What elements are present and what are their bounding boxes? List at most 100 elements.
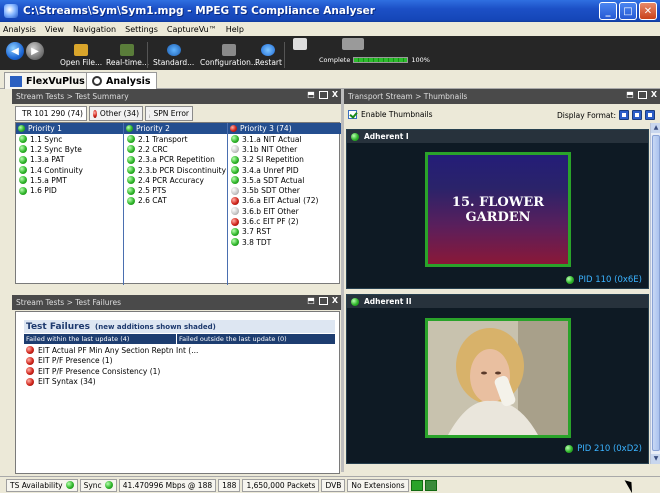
- scroll-down-icon[interactable]: ▼: [651, 454, 660, 464]
- test-item[interactable]: 1.3.a PAT: [16, 155, 123, 165]
- fail-status-icon: [231, 217, 239, 226]
- minimize-button[interactable]: _: [599, 2, 617, 20]
- menu-navigation[interactable]: Navigation: [72, 25, 117, 34]
- test-item[interactable]: 1.1 Sync: [16, 134, 123, 144]
- test-item-label: 2.4 PCR Accuracy: [138, 175, 204, 185]
- test-item[interactable]: 3.4.a Unref PID: [228, 165, 341, 175]
- test-item[interactable]: 1.6 PID: [16, 185, 123, 195]
- restart-button[interactable]: Restart: [255, 44, 282, 67]
- failed-within-header: Failed within the last update (4): [24, 334, 176, 344]
- format-large-button[interactable]: [645, 110, 655, 120]
- format-medium-button[interactable]: [632, 110, 642, 120]
- capture-button[interactable]: [293, 38, 307, 52]
- priority-header[interactable]: Priority 3 (74): [228, 123, 341, 134]
- pass-status-icon: [104, 481, 113, 489]
- restart-icon: [261, 44, 276, 56]
- test-item[interactable]: 3.5.a SDT Actual: [228, 175, 341, 185]
- fail-status-icon: [26, 356, 34, 365]
- tab-other[interactable]: Other (34): [89, 106, 143, 121]
- panel-restore-icon[interactable]: ⬒: [626, 90, 634, 99]
- standard-button[interactable]: Standard...: [153, 44, 194, 67]
- panel-maximize-icon[interactable]: [318, 296, 328, 305]
- close-button[interactable]: ✕: [639, 2, 657, 20]
- failure-item[interactable]: EIT P/F Presence Consistency (1): [26, 366, 198, 377]
- test-item[interactable]: 2.5 PTS: [124, 185, 227, 195]
- menu-capturevu[interactable]: CaptureVu™: [166, 25, 218, 34]
- standard-label: Standard...: [153, 58, 195, 67]
- inactive-status-icon: [231, 186, 239, 195]
- scroll-thumb[interactable]: [652, 135, 660, 451]
- menu-help[interactable]: Help: [225, 25, 245, 34]
- thumbnail-header: Adherent II: [347, 295, 648, 308]
- open-file-button[interactable]: Open File...: [60, 44, 102, 67]
- video-thumbnail[interactable]: 15. FLOWER GARDEN: [425, 152, 571, 267]
- panel-controls: ⬒ X: [626, 90, 657, 99]
- panel-maximize-icon[interactable]: [318, 90, 328, 99]
- test-item-label: 3.1.a NIT Actual: [242, 134, 302, 144]
- status-bar: TS Availability Sync 41.470996 Mbps @ 18…: [0, 476, 660, 493]
- panel-restore-icon[interactable]: ⬒: [307, 296, 315, 305]
- test-item[interactable]: 3.2 SI Repetition: [228, 155, 341, 165]
- forward-icon[interactable]: ▶: [26, 42, 44, 60]
- failure-item[interactable]: EIT Syntax (34): [26, 377, 198, 388]
- test-item[interactable]: 1.2 Sync Byte: [16, 144, 123, 154]
- video-thumbnail[interactable]: [425, 318, 571, 438]
- ts-availability-indicator: TS Availability: [6, 478, 78, 492]
- test-item[interactable]: 3.5b SDT Other: [228, 185, 341, 195]
- tab-analysis[interactable]: Analysis: [86, 72, 157, 89]
- signal-icon[interactable]: [424, 479, 437, 491]
- priority-header[interactable]: Priority 1: [16, 123, 123, 134]
- test-item[interactable]: 3.6.c EIT PF (2): [228, 216, 341, 226]
- priority-header-label: Priority 3 (74): [240, 124, 292, 133]
- test-item[interactable]: 2.4 PCR Accuracy: [124, 175, 227, 185]
- panel-maximize-icon[interactable]: [637, 90, 647, 99]
- priority-header-label: Priority 2: [136, 124, 170, 133]
- pass-status-icon: [65, 481, 74, 489]
- test-item[interactable]: 2.2 CRC: [124, 144, 227, 154]
- window-controls: _ □ ✕: [599, 2, 657, 20]
- configuration-button[interactable]: Configuration...: [200, 44, 258, 67]
- back-icon[interactable]: ◀: [6, 42, 24, 60]
- test-item[interactable]: 3.6.a EIT Actual (72): [228, 196, 341, 206]
- pass-status-icon: [126, 125, 133, 132]
- failure-item[interactable]: EIT Actual PF Min Any Section Reptn Int …: [26, 345, 198, 356]
- thumbnails-scrollbar[interactable]: ▲ ▼: [650, 123, 660, 464]
- menu-analysis[interactable]: Analysis: [2, 25, 37, 34]
- test-item[interactable]: 3.6.b EIT Other: [228, 206, 341, 216]
- progress-bar: [353, 57, 409, 63]
- test-item-label: 2.1 Transport: [138, 134, 188, 144]
- realtime-button[interactable]: Real-time...: [106, 44, 149, 67]
- scroll-up-icon[interactable]: ▲: [651, 123, 660, 133]
- test-item[interactable]: 2.1 Transport: [124, 134, 227, 144]
- test-item-label: 3.5b SDT Other: [242, 186, 300, 196]
- test-item[interactable]: 2.3.a PCR Repetition: [124, 155, 227, 165]
- format-small-button[interactable]: [619, 110, 629, 120]
- panel-close-icon[interactable]: X: [332, 90, 338, 99]
- panel-close-icon[interactable]: X: [332, 296, 338, 305]
- fail-status-icon: [230, 125, 237, 132]
- failure-item[interactable]: EIT P/F Presence (1): [26, 356, 198, 367]
- panel-close-icon[interactable]: X: [651, 90, 657, 99]
- priority-header[interactable]: Priority 2: [124, 123, 227, 134]
- test-item[interactable]: 3.7 RST: [228, 227, 341, 237]
- panel-restore-icon[interactable]: ⬒: [307, 90, 315, 99]
- test-item[interactable]: 3.8 TDT: [228, 237, 341, 247]
- test-item[interactable]: 3.1b NIT Other: [228, 144, 341, 154]
- playback-button[interactable]: [342, 38, 364, 52]
- tab-tr101290[interactable]: TR 101 290 (74): [15, 106, 87, 121]
- tab-spn-error[interactable]: SPN Error: [145, 106, 193, 121]
- maximize-button[interactable]: □: [619, 2, 637, 20]
- menu-view[interactable]: View: [44, 25, 65, 34]
- enable-thumbnails-checkbox[interactable]: Enable Thumbnails: [348, 110, 433, 119]
- test-item-label: 3.5.a SDT Actual: [242, 175, 305, 185]
- test-item[interactable]: 1.4 Continuity: [16, 165, 123, 175]
- failures-note: (new additions shown shaded): [95, 322, 216, 331]
- test-item[interactable]: 2.6 CAT: [124, 196, 227, 206]
- grid-view-icon[interactable]: [410, 479, 423, 491]
- test-item[interactable]: 1.5.a PMT: [16, 175, 123, 185]
- thumbnails-title: Transport Stream > Thumbnails: [348, 92, 468, 101]
- test-failures-area: Test Failures (new additions shown shade…: [15, 311, 340, 474]
- test-item[interactable]: 3.1.a NIT Actual: [228, 134, 341, 144]
- menu-settings[interactable]: Settings: [124, 25, 159, 34]
- test-item[interactable]: 2.3.b PCR Discontinuity I...: [124, 165, 227, 175]
